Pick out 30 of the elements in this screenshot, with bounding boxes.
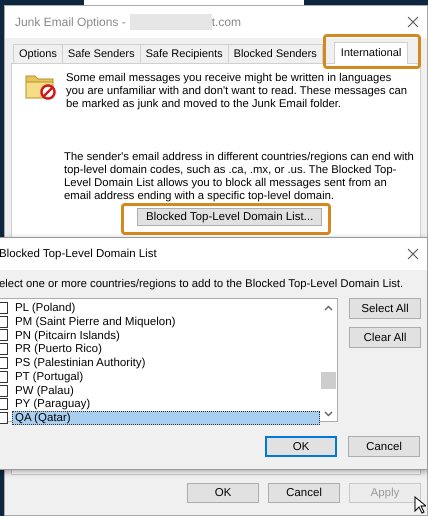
- list-item[interactable]: PL (Poland): [12, 300, 320, 315]
- dialog-title: Blocked Top-Level Domain List: [0, 248, 157, 260]
- list-item[interactable]: QA (Qatar): [12, 411, 320, 426]
- list-item[interactable]: PN (Pitcairn Islands): [12, 328, 320, 342]
- window-title: Junk Email Options -: [15, 15, 126, 29]
- list-item[interactable]: PY (Paraguay): [12, 397, 320, 412]
- dialog-button[interactable]: Cancel: [268, 483, 340, 503]
- list-item[interactable]: PT (Portugal): [12, 370, 320, 384]
- scrollbar-thumb[interactable]: [321, 372, 336, 389]
- window-title: t.com: [212, 15, 242, 29]
- list-item[interactable]: PS (Palestinian Authority): [12, 356, 320, 370]
- dialog-button[interactable]: OK: [187, 483, 259, 503]
- dialog-button[interactable]: Cancel: [348, 436, 420, 457]
- description-text: The sender's email address in different countries/regions can end with top-level domain codes, such as .ca, .mx, or .us. The Blocked Top-Level Domain List allows you to block all messages sent from an email address ending with a specific top-level domain.: [64, 151, 414, 203]
- list-item[interactable]: PW (Palau): [12, 384, 320, 398]
- scroll-down-icon[interactable]: [324, 411, 333, 417]
- tab[interactable]: Blocked Senders: [228, 44, 323, 63]
- list-item[interactable]: PR (Puerto Rico): [12, 342, 320, 356]
- close-icon[interactable]: [407, 248, 419, 260]
- list-item[interactable]: PM (Saint Pierre and Miquelon): [12, 314, 320, 329]
- mouse-pointer-icon: [414, 496, 426, 514]
- scroll-up-icon[interactable]: [324, 305, 333, 311]
- list-action-button[interactable]: Clear All: [349, 327, 421, 348]
- close-icon[interactable]: [407, 16, 419, 28]
- description-text: Some email messages you receive might be written in languages you are unfamiliar with and don't want to read. These messages can be marked as junk and moved to the Junk Email folder.: [66, 72, 408, 111]
- tab[interactable]: International: [334, 42, 408, 64]
- tab[interactable]: Options: [13, 44, 63, 63]
- list-action-button[interactable]: Select All: [349, 298, 421, 319]
- dialog-button[interactable]: OK: [265, 436, 337, 457]
- domain-list-button[interactable]: Blocked Top-Level Domain List...: [137, 208, 322, 226]
